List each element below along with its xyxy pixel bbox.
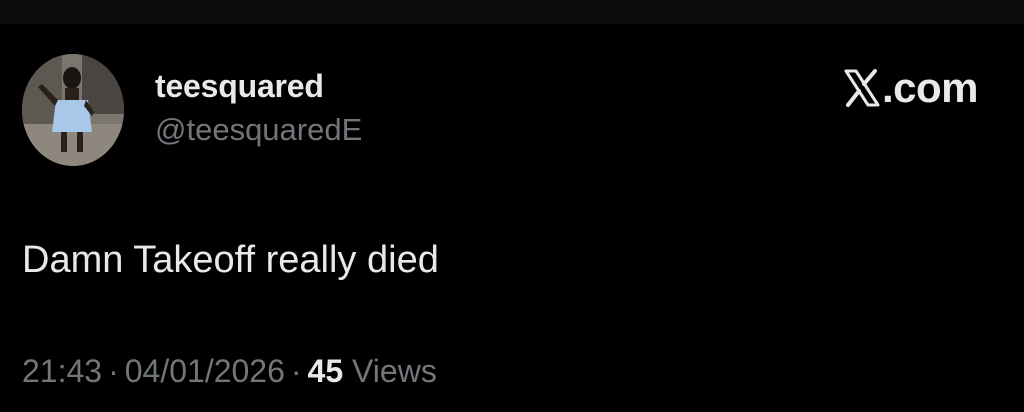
author-info: teesquared @teesquaredE [155,66,362,148]
tweet-card: teesquared @teesquaredE .com Damn Takeof… [0,24,1024,412]
meta-separator: · [290,353,302,389]
user-handle[interactable]: @teesquaredE [155,112,362,148]
tweet-text: Damn Takeoff really died [22,239,439,281]
views-count[interactable]: 45 [308,353,344,389]
tweet-time[interactable]: 21:43 [22,353,102,389]
brand-label: .com [881,64,979,111]
x-logo-icon [844,69,880,107]
tweet-date[interactable]: 04/01/2026 [125,353,285,389]
avatar-photo [22,54,124,166]
top-strip [0,0,1024,24]
brand-watermark: .com [844,64,979,111]
views-label: Views [352,353,437,389]
display-name[interactable]: teesquared [155,66,362,106]
avatar[interactable] [22,54,124,166]
meta-separator: · [108,353,119,389]
tweet-meta: 21:43 · 04/01/2026 · 45 Views [22,351,437,391]
